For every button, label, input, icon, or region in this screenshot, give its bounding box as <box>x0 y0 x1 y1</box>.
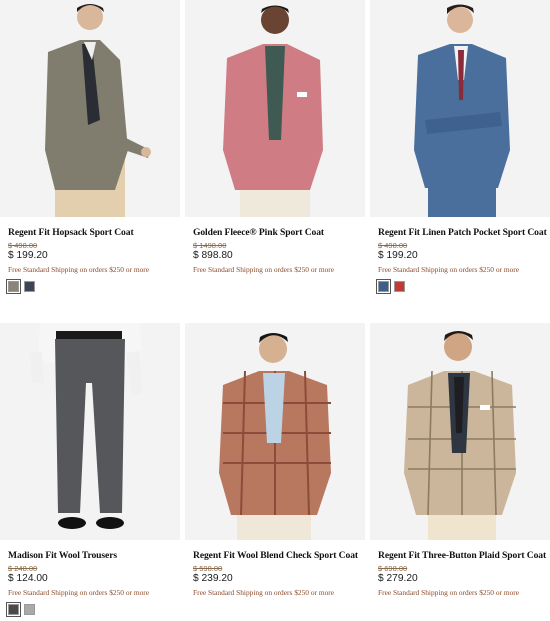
product-name[interactable]: Regent Fit Wool Blend Check Sport Coat <box>193 550 365 561</box>
color-swatch-grey[interactable] <box>6 279 21 294</box>
shipping-promo: Free Standard Shipping on orders $250 or… <box>8 265 150 274</box>
original-price: $ 498.00 <box>378 241 408 250</box>
shipping-promo: Free Standard Shipping on orders $250 or… <box>378 588 520 597</box>
shipping-promo: Free Standard Shipping on orders $250 or… <box>8 588 150 597</box>
sale-price: $ 124.00 <box>8 573 48 584</box>
product-image[interactable] <box>0 0 180 217</box>
product-image[interactable] <box>370 323 550 540</box>
sale-price: $ 199.20 <box>8 250 48 261</box>
original-price: $ 1498.00 <box>193 241 227 250</box>
color-swatches <box>6 602 35 617</box>
color-swatch-charcoal[interactable] <box>6 602 21 617</box>
product-name[interactable]: Madison Fit Wool Trousers <box>8 550 180 561</box>
shipping-promo: Free Standard Shipping on orders $250 or… <box>378 265 520 274</box>
product-name[interactable]: Regent Fit Hopsack Sport Coat <box>8 227 180 238</box>
product-name[interactable]: Regent Fit Linen Patch Pocket Sport Coat <box>378 227 550 238</box>
sale-price: $ 239.20 <box>193 573 233 584</box>
product-image[interactable] <box>185 323 365 540</box>
color-swatch-red[interactable] <box>394 281 405 292</box>
original-price: $ 248.00 <box>8 564 38 573</box>
product-name[interactable]: Golden Fleece® Pink Sport Coat <box>193 227 365 238</box>
color-swatch-light-grey[interactable] <box>24 604 35 615</box>
shipping-promo: Free Standard Shipping on orders $250 or… <box>193 265 335 274</box>
shipping-promo: Free Standard Shipping on orders $250 or… <box>193 588 335 597</box>
product-image[interactable] <box>0 323 180 540</box>
product-name[interactable]: Regent Fit Three-Button Plaid Sport Coat <box>378 550 550 561</box>
original-price: $ 598.00 <box>193 564 223 573</box>
sale-price: $ 199.20 <box>378 250 418 261</box>
sale-price: $ 898.80 <box>193 250 233 261</box>
original-price: $ 698.00 <box>378 564 408 573</box>
color-swatches <box>6 279 35 294</box>
color-swatch-blue[interactable] <box>376 279 391 294</box>
product-image[interactable] <box>185 0 365 217</box>
original-price: $ 498.00 <box>8 241 38 250</box>
color-swatch-navy[interactable] <box>24 281 35 292</box>
sale-price: $ 279.20 <box>378 573 418 584</box>
color-swatches <box>376 279 405 294</box>
product-image[interactable] <box>370 0 550 217</box>
